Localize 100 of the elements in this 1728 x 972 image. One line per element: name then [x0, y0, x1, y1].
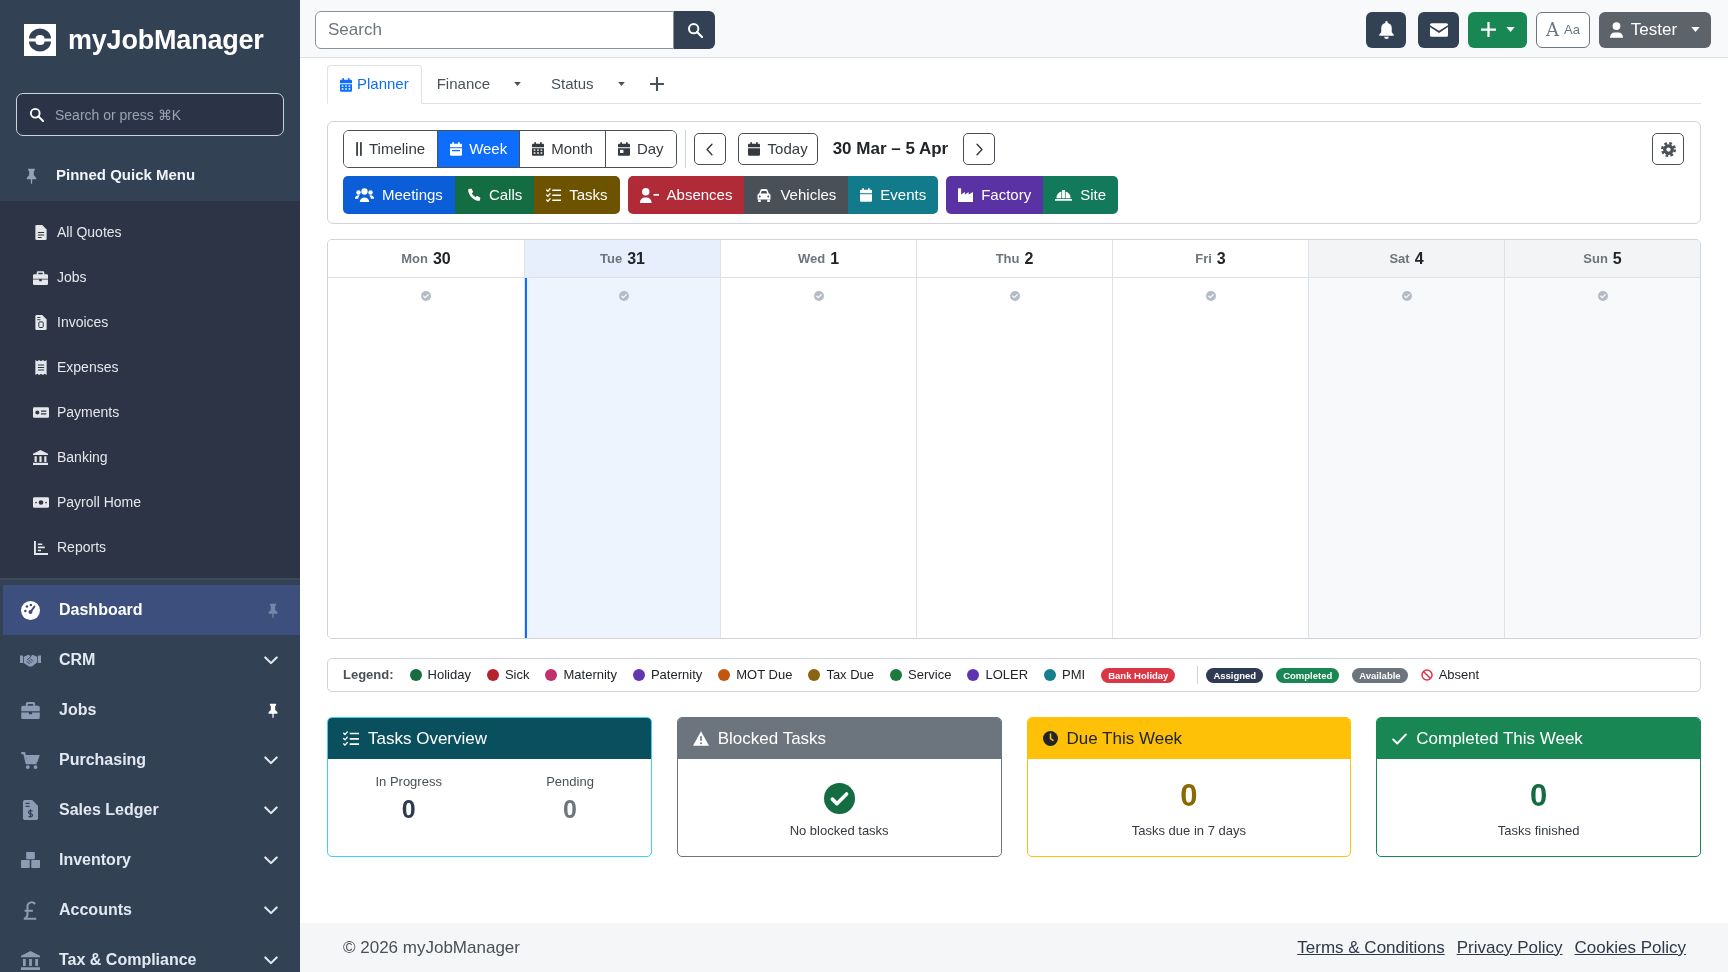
calendar-icon — [617, 142, 630, 156]
legend-label: PMI — [1062, 666, 1086, 685]
legend-label: Paternity — [650, 666, 703, 685]
category-filter-button[interactable]: Absences — [627, 176, 745, 214]
search-icon — [29, 107, 44, 122]
tab[interactable]: Finance — [421, 65, 537, 103]
invoice-icon — [34, 315, 47, 330]
category-filter-button[interactable]: Vehicles — [744, 176, 849, 214]
nav-item[interactable]: Accounts — [0, 885, 300, 935]
factory-icon — [958, 188, 974, 202]
weekday-label: Tue — [600, 249, 623, 268]
day-cell[interactable] — [1505, 278, 1700, 638]
date-number: 2 — [1024, 248, 1034, 269]
nav-item[interactable]: Dashboard — [3, 585, 300, 635]
menu-item[interactable]: Jobs — [0, 255, 300, 300]
category-filter-button[interactable]: Tasks — [534, 176, 620, 214]
brand-name: myJobManager — [68, 26, 264, 54]
search-field[interactable]: Search — [315, 10, 674, 49]
menu-item[interactable]: Payroll Home — [0, 480, 300, 525]
nav-item[interactable]: Sales Ledger — [0, 785, 300, 835]
cart-icon — [20, 751, 40, 769]
weekday-label: Fri — [1195, 249, 1212, 268]
check-icon — [1392, 732, 1408, 745]
search-icon — [686, 21, 703, 38]
footer-link[interactable]: Privacy Policy — [1456, 934, 1563, 961]
envelope-icon — [1429, 22, 1448, 37]
menu-item[interactable]: Reports — [0, 525, 300, 570]
category-filter-button[interactable]: Meetings — [343, 176, 455, 214]
calendar-icon — [532, 142, 545, 156]
footer-link[interactable]: Terms & Conditions — [1297, 934, 1445, 961]
card-icon — [32, 407, 49, 418]
next-button[interactable] — [963, 133, 996, 165]
nav-item[interactable]: Purchasing — [0, 735, 300, 785]
status-badge: Available — [1352, 667, 1408, 683]
timeline-icon — [356, 142, 362, 156]
legend-label: Absent — [1438, 666, 1480, 685]
view-mode-button[interactable]: Day — [604, 131, 676, 167]
nav-item[interactable]: Jobs — [0, 685, 300, 735]
menu-item[interactable]: Invoices — [0, 300, 300, 345]
day-cell[interactable] — [525, 278, 720, 638]
previous-button[interactable] — [693, 133, 726, 165]
messages-button[interactable] — [1418, 11, 1459, 48]
date-number: 5 — [1612, 248, 1622, 269]
text-size-button[interactable]: A Aa — [1536, 11, 1590, 48]
user-icon — [1609, 21, 1623, 38]
nav-item[interactable]: Tax & Compliance — [0, 935, 300, 972]
empty-message: No blocked tasks — [789, 823, 889, 839]
user-menu-button[interactable]: Tester — [1599, 11, 1711, 48]
weekday-label: Sun — [1583, 249, 1608, 268]
notifications-button[interactable] — [1366, 11, 1406, 48]
menu-item[interactable]: Expenses — [0, 345, 300, 390]
status-badge: Completed — [1276, 667, 1340, 683]
nav-item[interactable]: Inventory — [0, 835, 300, 885]
legend-title: Legend: — [343, 666, 394, 685]
bank-icon — [33, 450, 48, 465]
date-number: 4 — [1414, 248, 1424, 269]
category-filter-button[interactable]: Factory — [946, 176, 1044, 214]
check-circle-icon — [1401, 291, 1412, 301]
add-button[interactable] — [1468, 11, 1527, 48]
menu-item[interactable]: All Quotes — [0, 210, 300, 255]
pound-icon — [23, 900, 37, 920]
chevron-right-icon — [975, 142, 983, 156]
document-icon — [34, 225, 47, 240]
view-mode-button[interactable]: Week — [437, 131, 520, 167]
legend-label: Maternity — [563, 666, 617, 685]
menu-item[interactable]: Banking — [0, 435, 300, 480]
stat-label: In Progress — [375, 774, 442, 790]
stat-value: 0 — [563, 794, 577, 824]
count-value: 0 — [1180, 778, 1198, 814]
warning-icon — [692, 731, 709, 746]
settings-button[interactable] — [1652, 133, 1684, 165]
check-circle-icon — [421, 291, 431, 301]
calendar-icon — [860, 188, 873, 202]
footer-link[interactable]: Cookies Policy — [1574, 934, 1686, 961]
banknote-icon — [32, 497, 49, 508]
day-cell[interactable] — [1309, 278, 1504, 638]
category-filter-button[interactable]: Site — [1043, 176, 1119, 214]
briefcase-icon — [33, 270, 48, 285]
menu-item[interactable]: Payments — [0, 390, 300, 435]
tab[interactable]: Status — [536, 65, 640, 103]
check-circle-icon — [823, 783, 855, 814]
phone-icon — [466, 188, 481, 202]
stat-label: Pending — [546, 774, 594, 790]
date-number: 30 — [432, 248, 451, 269]
legend-label: Sick — [504, 666, 530, 685]
tab[interactable]: Planner — [327, 65, 422, 104]
category-filter-button[interactable]: Calls — [454, 176, 535, 214]
receipt-icon — [34, 360, 47, 375]
document-icon — [22, 800, 38, 820]
checklist-icon — [546, 188, 562, 202]
caret-icon — [1505, 27, 1515, 32]
date-number: 31 — [627, 248, 645, 269]
today-button[interactable]: Today — [737, 133, 818, 165]
date-number: 1 — [830, 248, 840, 269]
nav-item[interactable]: CRM — [0, 635, 300, 685]
logo-icon — [24, 24, 56, 56]
category-filter-button[interactable]: Events — [848, 176, 939, 214]
search-field[interactable]: Search or press ⌘K — [16, 93, 284, 136]
check-circle-icon — [618, 291, 629, 301]
search-button[interactable] — [674, 10, 715, 49]
